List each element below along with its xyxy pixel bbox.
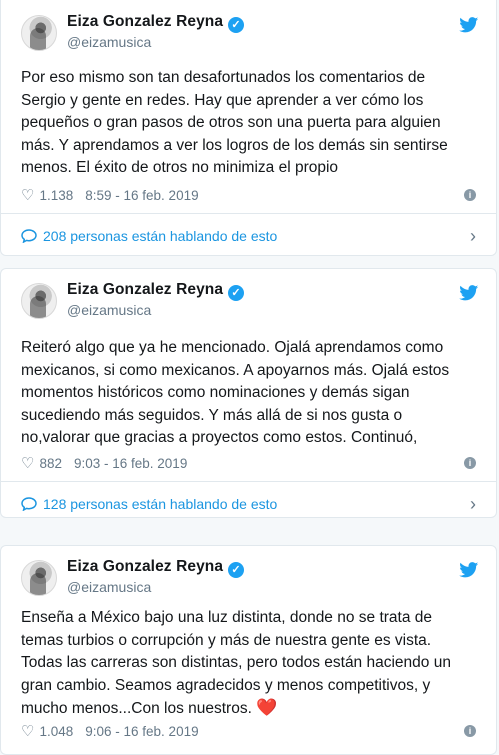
chevron-right-icon[interactable]: › — [470, 494, 476, 515]
tweet-header: Eiza Gonzalez Reyna ✓ @eizamusica — [21, 13, 481, 59]
author-name[interactable]: Eiza Gonzalez Reyna ✓ — [67, 281, 245, 301]
tweet-header: Eiza Gonzalez Reyna ✓ @eizamusica — [21, 281, 481, 327]
comment-bubble-icon — [21, 497, 37, 511]
tweet-card-2[interactable]: Eiza Gonzalez Reyna ✓ @eizamusica Reiteró… — [0, 268, 497, 518]
heart-icon[interactable]: ♡ — [21, 186, 34, 204]
info-icon[interactable]: i — [464, 457, 476, 469]
twitter-bird-icon[interactable] — [459, 562, 479, 578]
verified-badge-icon: ✓ — [228, 17, 245, 33]
avatar[interactable] — [21, 283, 57, 319]
chevron-right-icon[interactable]: › — [470, 226, 476, 247]
tweet-text: Por eso mismo son tan desafortunados los… — [21, 69, 448, 176]
conversation-label: 208 personas están hablando de esto — [43, 228, 278, 244]
heart-icon[interactable]: ♡ — [21, 722, 34, 740]
twitter-bird-icon[interactable] — [459, 285, 479, 301]
tweet-text: Enseña a México bajo una luz distinta, d… — [21, 609, 451, 717]
heart-icon[interactable]: ♡ — [21, 454, 34, 472]
tweet-meta: ♡ 882 9:03 - 16 feb. 2019 — [21, 454, 187, 472]
tweet-meta: ♡ 1.048 9:06 - 16 feb. 2019 — [21, 722, 199, 740]
verified-badge-icon: ✓ — [228, 562, 245, 578]
avatar[interactable] — [21, 15, 57, 51]
conversation-label: 128 personas están hablando de esto — [43, 496, 278, 512]
author-name[interactable]: Eiza Gonzalez Reyna ✓ — [67, 13, 245, 33]
author-handle[interactable]: @eizamusica — [67, 579, 151, 595]
tweet-header: Eiza Gonzalez Reyna ✓ @eizamusica — [21, 558, 481, 604]
red-heart-emoji: ❤️ — [256, 698, 278, 717]
tweet-card-1[interactable]: Eiza Gonzalez Reyna ✓ @eizamusica Por eso… — [0, 0, 497, 256]
conversation-link[interactable]: 128 personas están hablando de esto › — [21, 482, 476, 526]
tweet-text: Reiteró algo que ya he mencionado. Ojalá… — [21, 339, 450, 446]
tweet-card-3[interactable]: Eiza Gonzalez Reyna ✓ @eizamusica Enseña … — [0, 545, 497, 755]
like-count: 882 — [39, 455, 62, 471]
tweet-meta: ♡ 1.138 8:59 - 16 feb. 2019 — [21, 186, 199, 204]
like-count: 1.138 — [39, 187, 74, 203]
twitter-bird-icon[interactable] — [459, 17, 479, 33]
info-icon[interactable]: i — [464, 725, 476, 737]
author-handle[interactable]: @eizamusica — [67, 34, 151, 50]
author-handle[interactable]: @eizamusica — [67, 302, 151, 318]
tweet-timestamp[interactable]: 9:03 - 16 feb. 2019 — [74, 456, 187, 471]
info-icon[interactable]: i — [464, 189, 476, 201]
conversation-link[interactable]: 208 personas están hablando de esto › — [21, 214, 476, 258]
comment-bubble-icon — [21, 229, 37, 243]
tweet-timestamp[interactable]: 8:59 - 16 feb. 2019 — [85, 188, 198, 203]
avatar[interactable] — [21, 560, 57, 596]
like-count: 1.048 — [39, 723, 74, 739]
verified-badge-icon: ✓ — [228, 285, 245, 301]
tweet-timestamp[interactable]: 9:06 - 16 feb. 2019 — [85, 724, 198, 739]
author-name[interactable]: Eiza Gonzalez Reyna ✓ — [67, 558, 245, 578]
